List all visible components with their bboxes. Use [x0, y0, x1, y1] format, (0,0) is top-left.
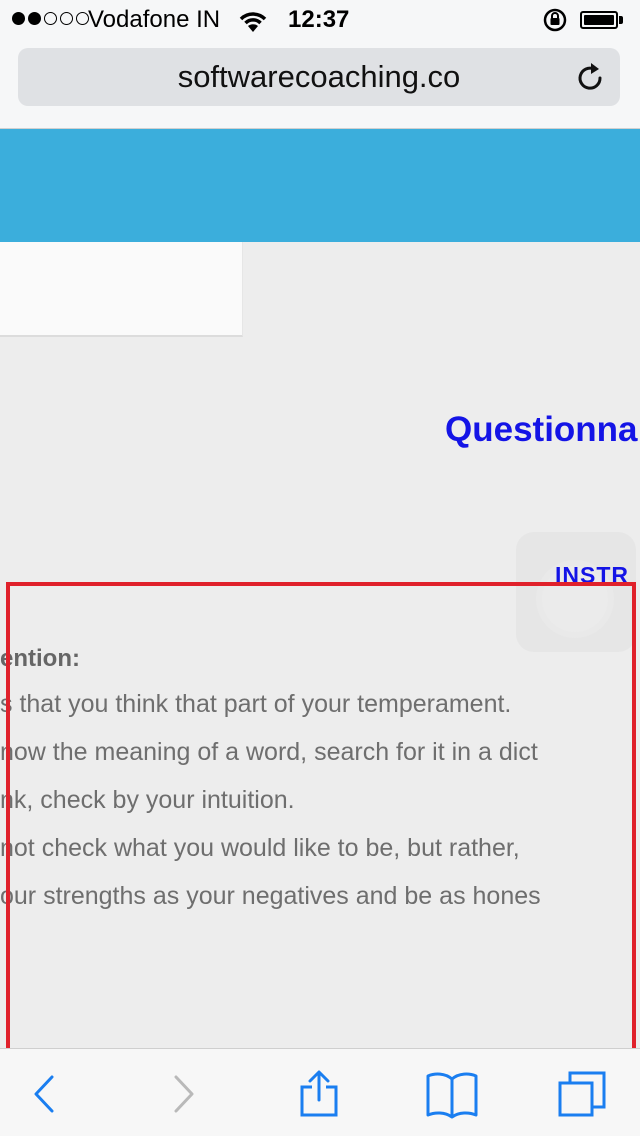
address-bar[interactable]: softwarecoaching.co	[18, 48, 620, 106]
carrier-name: Vodafone IN	[88, 6, 221, 33]
share-icon[interactable]	[294, 1069, 344, 1119]
screen: Vodafone IN 12:37 softwarecoaching.co Qu…	[0, 0, 640, 1136]
site-header-banner	[0, 129, 640, 242]
rotation-lock-icon	[542, 8, 568, 39]
back-icon[interactable]	[22, 1069, 72, 1119]
highlight-frame	[6, 582, 636, 1054]
url-text[interactable]: softwarecoaching.co	[18, 48, 620, 106]
instruction-line: not check what you would like to be, but…	[0, 834, 520, 862]
instruction-line: our strengths as your negatives and be a…	[0, 882, 541, 910]
instructions-label[interactable]: INSTR	[555, 562, 629, 589]
battery-icon	[580, 11, 624, 29]
bookmarks-icon[interactable]	[425, 1069, 478, 1119]
reload-icon[interactable]	[574, 62, 606, 94]
wifi-icon	[236, 8, 270, 41]
content-panel	[0, 242, 243, 337]
attention-label: ention:	[0, 645, 80, 672]
page-title: Questionna	[445, 410, 638, 449]
instruction-line: now the meaning of a word, search for it…	[0, 738, 538, 766]
browser-toolbar	[0, 1048, 640, 1136]
signal-strength-icon	[12, 12, 89, 25]
instruction-line: s that you think that part of your tempe…	[0, 690, 512, 718]
clock: 12:37	[288, 6, 350, 33]
instruction-line: nk, check by your intuition.	[0, 786, 295, 814]
status-bar: Vodafone IN 12:37	[0, 0, 640, 40]
tabs-icon[interactable]	[556, 1069, 606, 1119]
browser-top-chrome: Vodafone IN 12:37 softwarecoaching.co	[0, 0, 640, 129]
forward-icon[interactable]	[160, 1069, 210, 1119]
